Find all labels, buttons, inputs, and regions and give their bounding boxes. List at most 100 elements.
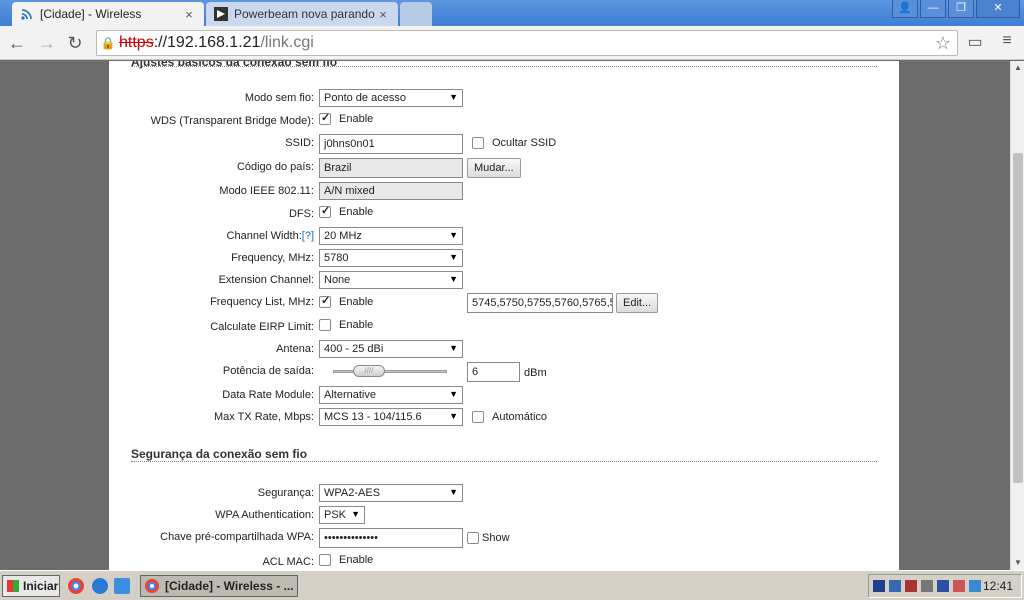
row-power: Potência de saída: //// 6 dBm [109, 362, 899, 382]
country-field: Brazil [319, 158, 463, 178]
user-icon[interactable]: 👤 [892, 0, 918, 18]
section-title-security: Segurança da conexão sem fio [131, 447, 308, 461]
tab-powerbeam[interactable]: Powerbeam nova parando - F × [206, 2, 398, 26]
antena-select[interactable]: 400 - 25 dBi [319, 340, 463, 358]
cast-icon[interactable]: ▭ [964, 32, 986, 54]
new-tab-button[interactable] [400, 2, 432, 26]
tab-cidade-wireless[interactable]: [Cidade] - Wireless × [12, 2, 204, 26]
eirp-group: Enable [319, 319, 374, 332]
row-eirp: Calculate EIRP Limit: Enable [109, 318, 899, 338]
freq-list-group: Enable [319, 294, 373, 309]
frequency-select[interactable]: 5780 [319, 249, 463, 267]
row-modo: Modo sem fio: Ponto de acesso [109, 89, 899, 109]
row-frequency: Frequency, MHz: 5780 [109, 249, 899, 269]
freq-list-input[interactable]: 5745,5750,5755,5760,5765,5 [467, 293, 613, 313]
row-data-rate: Data Rate Module: Alternative [109, 386, 899, 406]
settings-panel: Ajustes básicos da conexão sem fio Modo … [109, 61, 899, 570]
show-psk-group: Show [467, 532, 510, 545]
vertical-scrollbar[interactable]: ▲ ▼ [1010, 61, 1024, 570]
ie-quicklaunch-icon[interactable] [92, 578, 108, 594]
label-wpa-auth: WPA Authentication: [215, 509, 314, 521]
reload-icon[interactable]: ↻ [64, 32, 86, 54]
row-country: Código do país: Brazil Mudar... [109, 158, 899, 178]
acl-group: Enable [319, 554, 373, 567]
eirp-checkbox-label: Enable [339, 319, 374, 332]
label-security: Segurança: [257, 487, 314, 499]
channel-width-help-link[interactable]: [?] [302, 230, 314, 242]
tray-app-icon[interactable] [873, 580, 885, 592]
label-dfs: DFS: [288, 208, 314, 220]
channel-width-select[interactable]: 20 MHz [319, 227, 463, 245]
section-title-basic: Ajustes básicos da conexão sem fio [131, 61, 338, 69]
desktop-quicklaunch-icon[interactable] [114, 578, 130, 594]
system-tray: 12:41 [868, 574, 1022, 598]
label-wds: WDS (Transparent Bridge Mode): [150, 115, 314, 127]
hide-ssid-checkbox[interactable] [472, 137, 484, 150]
label-channel-width: Channel Width:[?] [227, 230, 314, 242]
show-psk-label: Show [482, 532, 510, 545]
menu-icon[interactable]: ≡ [996, 32, 1018, 54]
auto-rate-label: Automático [492, 411, 548, 424]
acl-checkbox[interactable] [319, 554, 331, 567]
security-shield-icon[interactable] [937, 580, 949, 592]
dfs-group: Enable [319, 204, 373, 219]
restore-button[interactable]: ❐ [948, 0, 974, 18]
power-slider-handle[interactable]: //// [353, 365, 385, 377]
modo-select[interactable]: Ponto de acesso [319, 89, 463, 107]
row-dfs: DFS: Enable [109, 204, 899, 225]
hide-ssid-group: Ocultar SSID [472, 137, 556, 150]
show-psk-checkbox[interactable] [467, 532, 479, 545]
row-wpa-auth: WPA Authentication: PSK [109, 506, 899, 526]
chrome-quicklaunch-icon[interactable] [68, 578, 84, 594]
back-arrow-icon[interactable]: ← [6, 32, 28, 54]
windows-logo-icon [7, 580, 19, 592]
scroll-up-arrow-icon[interactable]: ▲ [1011, 61, 1024, 75]
start-button[interactable]: Iniciar [2, 575, 60, 597]
scrollbar-thumb[interactable] [1013, 153, 1023, 483]
edit-freq-list-button[interactable]: Edit... [616, 293, 658, 313]
scroll-down-arrow-icon[interactable]: ▼ [1011, 556, 1024, 570]
channel-width-text: Channel Width: [226, 230, 302, 242]
freq-list-checkbox[interactable] [319, 294, 331, 309]
max-tx-select[interactable]: MCS 13 - 104/115.6 [319, 408, 463, 426]
wds-checkbox-label: Enable [339, 113, 374, 126]
window-controls: 👤 — ❐ ✕ [892, 0, 1020, 18]
label-frequency: Frequency, MHz: [231, 252, 314, 264]
change-country-button[interactable]: Mudar... [467, 158, 521, 178]
tray-alert-icon[interactable] [953, 580, 965, 592]
data-rate-select[interactable]: Alternative [319, 386, 463, 404]
bookmark-star-icon[interactable]: ☆ [935, 33, 951, 54]
eirp-checkbox[interactable] [319, 319, 331, 332]
tray-monitor-icon[interactable] [969, 580, 981, 592]
psk-input[interactable]: •••••••••••••• [319, 528, 463, 548]
label-ssid: SSID: [285, 137, 314, 149]
wds-group: Enable [319, 111, 374, 126]
network-error-icon[interactable] [905, 580, 917, 592]
label-power: Potência de saída: [222, 365, 314, 377]
insecure-lock-icon: 🔒 [100, 36, 116, 50]
close-window-button[interactable]: ✕ [976, 0, 1020, 18]
ext-channel-select[interactable]: None [319, 271, 463, 289]
row-ext-channel: Extension Channel: None [109, 271, 899, 291]
security-select[interactable]: WPA2-AES [319, 484, 463, 502]
power-input[interactable]: 6 [467, 362, 520, 382]
row-ssid: SSID: j0hns0n01 Ocultar SSID [109, 134, 899, 154]
minimize-button[interactable]: — [920, 0, 946, 18]
row-psk: Chave pré-compartilhada WPA: •••••••••••… [109, 528, 899, 548]
auto-rate-checkbox[interactable] [472, 411, 484, 424]
forward-arrow-icon[interactable]: → [36, 32, 58, 54]
tab-close-icon[interactable]: × [376, 7, 390, 22]
label-ext-channel: Extension Channel: [218, 274, 314, 286]
address-bar[interactable]: 🔒 https ://192.168.1.21 /link.cgi ☆ [96, 30, 958, 56]
tab-close-icon[interactable]: × [182, 7, 196, 22]
power-unit: dBm [524, 367, 547, 379]
wpa-auth-select[interactable]: PSK [319, 506, 365, 524]
ssid-input[interactable]: j0hns0n01 [319, 134, 463, 154]
label-freq-list: Frequency List, MHz: [210, 296, 314, 308]
taskbar-chrome-window[interactable]: [Cidade] - Wireless - ... [140, 575, 298, 597]
dfs-checkbox[interactable] [319, 204, 331, 219]
power-slider-track[interactable] [333, 370, 447, 373]
speaker-icon[interactable] [921, 580, 933, 592]
network-icon[interactable] [889, 580, 901, 592]
wds-checkbox[interactable] [319, 111, 331, 126]
